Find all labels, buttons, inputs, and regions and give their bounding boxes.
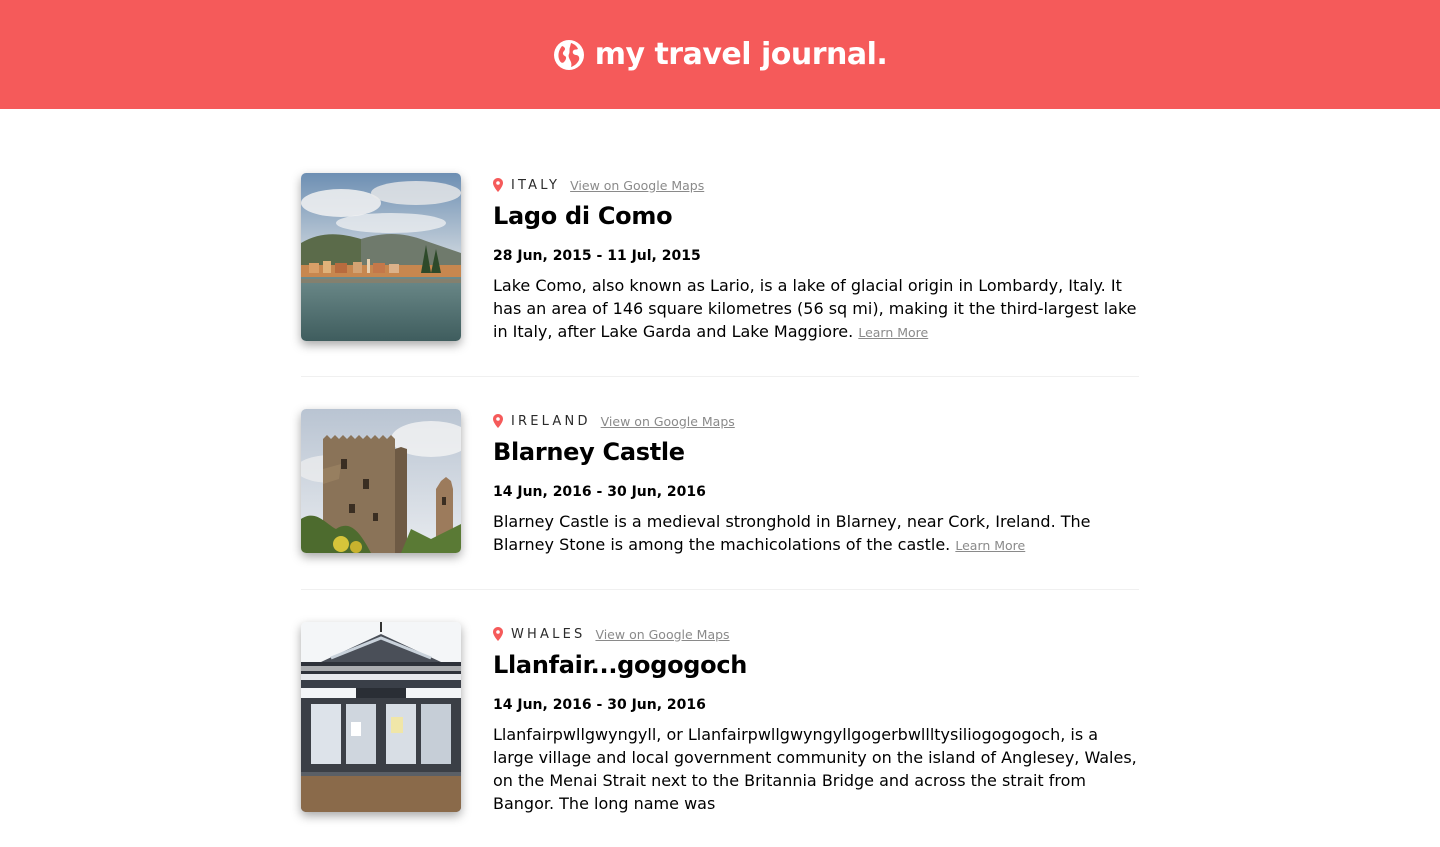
google-maps-link[interactable]: View on Google Maps bbox=[570, 178, 704, 193]
entry-description-text: Llanfairpwllgwyngyll, or Llanfairpwllgwy… bbox=[493, 725, 1137, 813]
entry-meta: WHALES View on Google Maps bbox=[493, 625, 1139, 643]
entry-body: IRELAND View on Google Maps Blarney Cast… bbox=[493, 409, 1139, 557]
journal-entries: ITALY View on Google Maps Lago di Como 2… bbox=[301, 109, 1139, 847]
learn-more-link[interactable]: Learn More bbox=[858, 325, 928, 340]
globe-icon bbox=[553, 39, 584, 70]
google-maps-link[interactable]: View on Google Maps bbox=[595, 627, 729, 642]
journal-entry: ITALY View on Google Maps Lago di Como 2… bbox=[301, 173, 1139, 377]
entry-description: Blarney Castle is a medieval stronghold … bbox=[493, 510, 1139, 557]
location-pin-icon bbox=[493, 178, 503, 192]
entry-dates: 14 Jun, 2016 - 30 Jun, 2016 bbox=[493, 484, 706, 500]
location-pin-icon bbox=[493, 414, 503, 428]
entry-meta: IRELAND View on Google Maps bbox=[493, 412, 1139, 430]
entry-body: ITALY View on Google Maps Lago di Como 2… bbox=[493, 173, 1139, 344]
entry-description: Lake Como, also known as Lario, is a lak… bbox=[493, 274, 1139, 344]
entry-dates: 14 Jun, 2016 - 30 Jun, 2016 bbox=[493, 697, 706, 713]
journal-entry: WHALES View on Google Maps Llanfair...go… bbox=[301, 622, 1139, 847]
entry-meta: ITALY View on Google Maps bbox=[493, 176, 1139, 194]
entry-dates: 28 Jun, 2015 - 11 Jul, 2015 bbox=[493, 248, 701, 264]
entry-description: Llanfairpwllgwyngyll, or Llanfairpwllgwy… bbox=[493, 723, 1139, 815]
location-pin-icon bbox=[493, 627, 503, 641]
google-maps-link[interactable]: View on Google Maps bbox=[601, 414, 735, 429]
entry-country: IRELAND bbox=[511, 413, 591, 429]
entry-title: Llanfair...gogogoch bbox=[493, 651, 748, 679]
entry-country: WHALES bbox=[511, 626, 586, 642]
entry-title: Lago di Como bbox=[493, 202, 673, 230]
entry-title: Blarney Castle bbox=[493, 438, 685, 466]
entry-description-text: Lake Como, also known as Lario, is a lak… bbox=[493, 276, 1137, 341]
journal-entry: IRELAND View on Google Maps Blarney Cast… bbox=[301, 409, 1139, 590]
blarney-castle-photo bbox=[301, 409, 461, 553]
entry-country: ITALY bbox=[511, 177, 561, 193]
site-title: my travel journal. bbox=[594, 37, 888, 72]
entry-body: WHALES View on Google Maps Llanfair...go… bbox=[493, 622, 1139, 815]
lake-como-photo bbox=[301, 173, 461, 341]
learn-more-link[interactable]: Learn More bbox=[955, 538, 1025, 553]
site-header: my travel journal. bbox=[0, 0, 1440, 109]
llanfair-station-photo bbox=[301, 622, 461, 812]
